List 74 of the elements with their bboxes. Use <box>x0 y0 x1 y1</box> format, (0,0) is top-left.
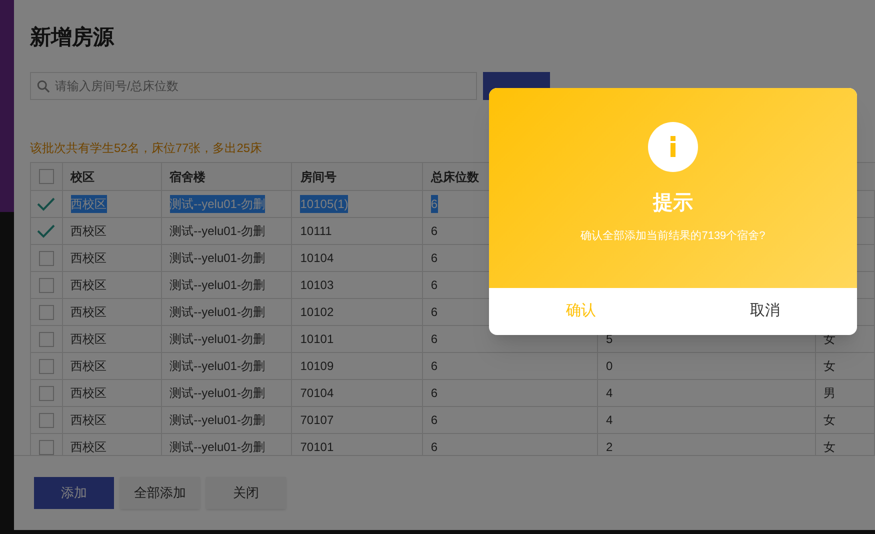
checkmark-icon[interactable] <box>37 197 56 211</box>
table-cell-text: 10109 <box>300 358 334 375</box>
column-header: 房间号 <box>300 168 336 186</box>
dialog-message: 确认全部添加当前结果的7139个宿舍? <box>580 228 766 244</box>
table-cell-text: 6 <box>430 385 438 402</box>
cancel-button[interactable]: 取消 <box>673 288 857 335</box>
table-cell-text: 测试--yelu01-勿删 <box>170 358 265 375</box>
table-cell-text: 西校区 <box>70 331 107 348</box>
table-cell-text: 4 <box>606 385 613 402</box>
table-cell-text: 测试--yelu01-勿删 <box>170 385 265 402</box>
info-icon <box>648 122 698 172</box>
footer-button[interactable]: 关闭 <box>206 477 286 509</box>
table-cell-text: 6 <box>430 331 438 348</box>
table-cell-text: 西校区 <box>70 304 107 321</box>
search-field[interactable]: 请输入房间号/总床位数 <box>30 72 477 100</box>
checkbox[interactable] <box>38 386 54 400</box>
table-cell-text: 西校区 <box>70 277 107 294</box>
checkbox[interactable] <box>38 332 54 346</box>
table-cell-text: 女 <box>824 439 836 455</box>
table-cell-text: 6 <box>430 223 438 240</box>
table-cell-text: 6 <box>430 439 438 455</box>
table-cell-text: 2 <box>606 439 613 455</box>
table-cell-text: 女 <box>824 358 836 375</box>
table-cell-text: 70101 <box>300 439 334 455</box>
table-cell-text: 10103 <box>300 277 334 294</box>
column-header: 校区 <box>70 168 95 186</box>
table-cell-text: 测试--yelu01-勿删 <box>170 304 265 321</box>
table-cell-text: 测试--yelu01-勿删 <box>170 223 265 240</box>
column-header: 宿舍楼 <box>170 168 206 186</box>
table-cell-text: 西校区 <box>70 439 107 455</box>
table-cell-text: 10104 <box>300 250 334 267</box>
table-cell: 测试--yelu01-勿删 <box>170 195 265 213</box>
table-cell-text: 测试--yelu01-勿删 <box>170 250 265 267</box>
table-cell-text: 70104 <box>300 385 334 402</box>
table-cell-text: 男 <box>824 385 836 402</box>
table-cell-text: 6 <box>430 304 438 321</box>
table-cell: 西校区 <box>70 195 107 213</box>
table-cell-text: 测试--yelu01-勿删 <box>170 412 265 429</box>
table-cell-text: 西校区 <box>70 223 107 240</box>
table-cell-text: 西校区 <box>70 412 107 429</box>
table-cell-text: 女 <box>824 412 836 429</box>
checkbox[interactable] <box>38 440 54 454</box>
table-cell-text: 西校区 <box>70 385 107 402</box>
dialog-title: 提示 <box>653 191 693 216</box>
table-cell: 6 <box>430 195 438 213</box>
checkbox[interactable] <box>38 169 54 184</box>
table-cell-text: 测试--yelu01-勿删 <box>170 439 265 455</box>
checkbox[interactable] <box>38 358 54 374</box>
table-cell-text: 6 <box>430 277 438 294</box>
table-cell-text: 6 <box>430 358 438 375</box>
checkbox[interactable] <box>38 250 54 266</box>
checkbox[interactable] <box>38 412 54 428</box>
table-cell-text: 10102 <box>300 304 334 321</box>
table-cell-text: 4 <box>606 412 613 429</box>
table-cell-text: 70107 <box>300 412 334 429</box>
checkmark-icon[interactable] <box>37 224 56 238</box>
summary-text: 该批次共有学生52名，床位77张，多出25床 <box>30 141 262 155</box>
checkbox[interactable] <box>38 304 54 320</box>
table-cell-text: 测试--yelu01-勿删 <box>170 277 265 294</box>
table-cell-text: 西校区 <box>70 250 107 267</box>
table-cell: 10105(1) <box>300 195 348 213</box>
search-icon <box>37 80 50 93</box>
table-cell-text: 测试--yelu01-勿删 <box>170 331 265 348</box>
table-cell-text: 西校区 <box>70 358 107 375</box>
page-title: 新增房源 <box>30 26 114 49</box>
footer-button[interactable]: 添加 <box>34 477 114 509</box>
checkbox[interactable] <box>38 278 54 292</box>
table-cell-text: 6 <box>430 412 438 429</box>
table-cell-text: 6 <box>430 250 438 267</box>
column-header: 总床位数 <box>431 168 480 186</box>
table-cell-text: 0 <box>606 358 613 375</box>
table-cell-text: 10101 <box>300 331 334 348</box>
footer-button[interactable]: 全部添加 <box>120 477 200 509</box>
table-cell-text: 10111 <box>300 223 332 240</box>
